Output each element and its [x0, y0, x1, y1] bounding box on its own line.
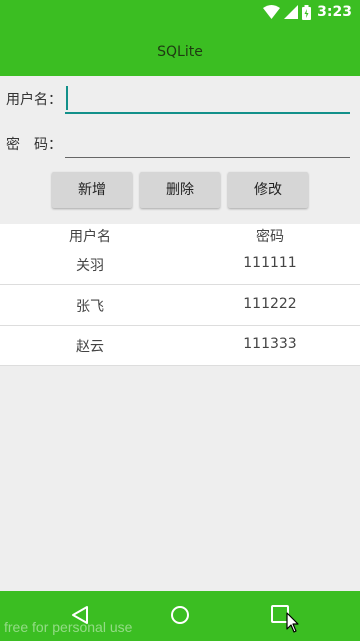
- status-bar: 3:23: [0, 0, 360, 27]
- text-cursor: [66, 86, 68, 110]
- row-username: 张飞: [76, 299, 104, 315]
- password-input[interactable]: [65, 133, 350, 157]
- header-password: 密码: [256, 229, 284, 245]
- password-row: 密 码：: [0, 125, 360, 165]
- delete-button[interactable]: 删除: [140, 172, 220, 208]
- status-time: 3:23: [317, 4, 352, 20]
- list-item[interactable]: 关羽 111111: [0, 244, 360, 285]
- row-password: 111222: [243, 296, 297, 312]
- header-username: 用户名: [69, 229, 111, 245]
- wifi-icon: [263, 5, 281, 19]
- list-header: 用户名 密码: [0, 224, 360, 245]
- list-item[interactable]: 赵云 111333: [0, 325, 360, 366]
- button-row: 新增 删除 修改: [0, 172, 360, 208]
- battery-icon: [302, 4, 312, 20]
- add-button[interactable]: 新增: [52, 172, 132, 208]
- username-row: 用户名：: [0, 80, 360, 120]
- password-label: 密 码：: [6, 137, 62, 153]
- modify-button[interactable]: 修改: [228, 172, 308, 208]
- status-icons: 3:23: [263, 4, 352, 20]
- password-underline: [65, 157, 350, 158]
- username-input[interactable]: [65, 88, 350, 112]
- username-label: 用户名：: [6, 92, 62, 108]
- list-item[interactable]: 张飞 111222: [0, 285, 360, 326]
- username-underline: [65, 112, 350, 114]
- row-username: 赵云: [76, 339, 104, 355]
- app-title: SQLite: [157, 43, 203, 60]
- user-list: 用户名 密码 关羽 111111 张飞 111222 赵云 111333: [0, 224, 360, 366]
- mouse-pointer-icon: [286, 612, 299, 633]
- app-bar: SQLite: [0, 27, 360, 76]
- row-password: 111333: [243, 336, 297, 352]
- home-circle-icon[interactable]: [170, 605, 190, 625]
- watermark-text: free for personal use: [4, 619, 133, 635]
- signal-icon: [284, 5, 299, 19]
- row-password: 111111: [243, 255, 297, 271]
- row-username: 关羽: [76, 258, 104, 274]
